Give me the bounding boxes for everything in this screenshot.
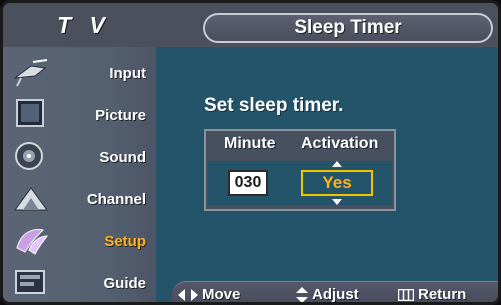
left-right-arrow-icon <box>178 288 198 301</box>
sidebar-item-label: Channel <box>86 190 146 208</box>
footer-bar: Move Adjust Return <box>156 281 498 303</box>
minute-field[interactable]: 030 <box>228 170 268 196</box>
activation-header: Activation <box>301 135 379 152</box>
timer-settings-box: Minute Activation 030 Yes <box>204 129 396 211</box>
move-hint: Move <box>178 286 241 303</box>
main-panel: Set sleep timer. Minute Activation 030 Y… <box>156 47 498 283</box>
return-hint-label: Return <box>418 286 467 303</box>
sidebar-item-label: Sound <box>99 148 146 166</box>
picture-icon <box>16 99 44 127</box>
sidebar-item-label: Picture <box>95 106 146 124</box>
sidebar-item-input[interactable]: Input <box>3 52 156 94</box>
up-arrow-icon[interactable] <box>332 161 342 167</box>
adjust-hint: Adjust <box>296 286 359 303</box>
move-hint-label: Move <box>202 286 241 303</box>
sleep-timer-prompt: Set sleep timer. <box>204 95 344 116</box>
minute-header: Minute <box>224 135 276 152</box>
sidebar-menu: Input Picture Sound Channel Setup Guide <box>3 47 156 302</box>
page-title: Sleep Timer <box>294 17 402 38</box>
down-arrow-icon[interactable] <box>332 199 342 205</box>
sidebar-item-label: Input <box>109 64 146 82</box>
header-section: T V <box>3 3 165 47</box>
tv-osd-screen: T V Sleep Timer Input Picture Sound Chan… <box>0 0 501 305</box>
header-bar: T V Sleep Timer <box>3 3 498 47</box>
sidebar-item-channel[interactable]: Channel <box>3 178 156 220</box>
sidebar-item-label: Setup <box>104 232 146 250</box>
sidebar-item-label: Guide <box>103 274 146 292</box>
sound-icon <box>15 142 43 170</box>
sidebar-item-guide[interactable]: Guide <box>3 262 156 302</box>
footer-hints: Move Adjust Return <box>172 281 498 303</box>
channel-icon <box>14 187 48 211</box>
timer-value-row: 030 Yes <box>208 161 392 205</box>
title-pill: Sleep Timer <box>203 13 493 43</box>
header-section-label: T V <box>57 11 111 38</box>
guide-icon <box>15 270 45 294</box>
sidebar-item-picture[interactable]: Picture <box>3 94 156 136</box>
return-hint: Return <box>398 286 467 303</box>
activation-field[interactable]: Yes <box>301 170 373 196</box>
sidebar-item-setup[interactable]: Setup <box>3 220 156 262</box>
menu-return-icon <box>398 288 414 301</box>
input-icon <box>13 59 48 87</box>
up-down-arrow-icon <box>296 286 308 302</box>
setup-icon <box>16 229 48 255</box>
sidebar-item-sound[interactable]: Sound <box>3 136 156 178</box>
adjust-hint-label: Adjust <box>312 286 359 303</box>
